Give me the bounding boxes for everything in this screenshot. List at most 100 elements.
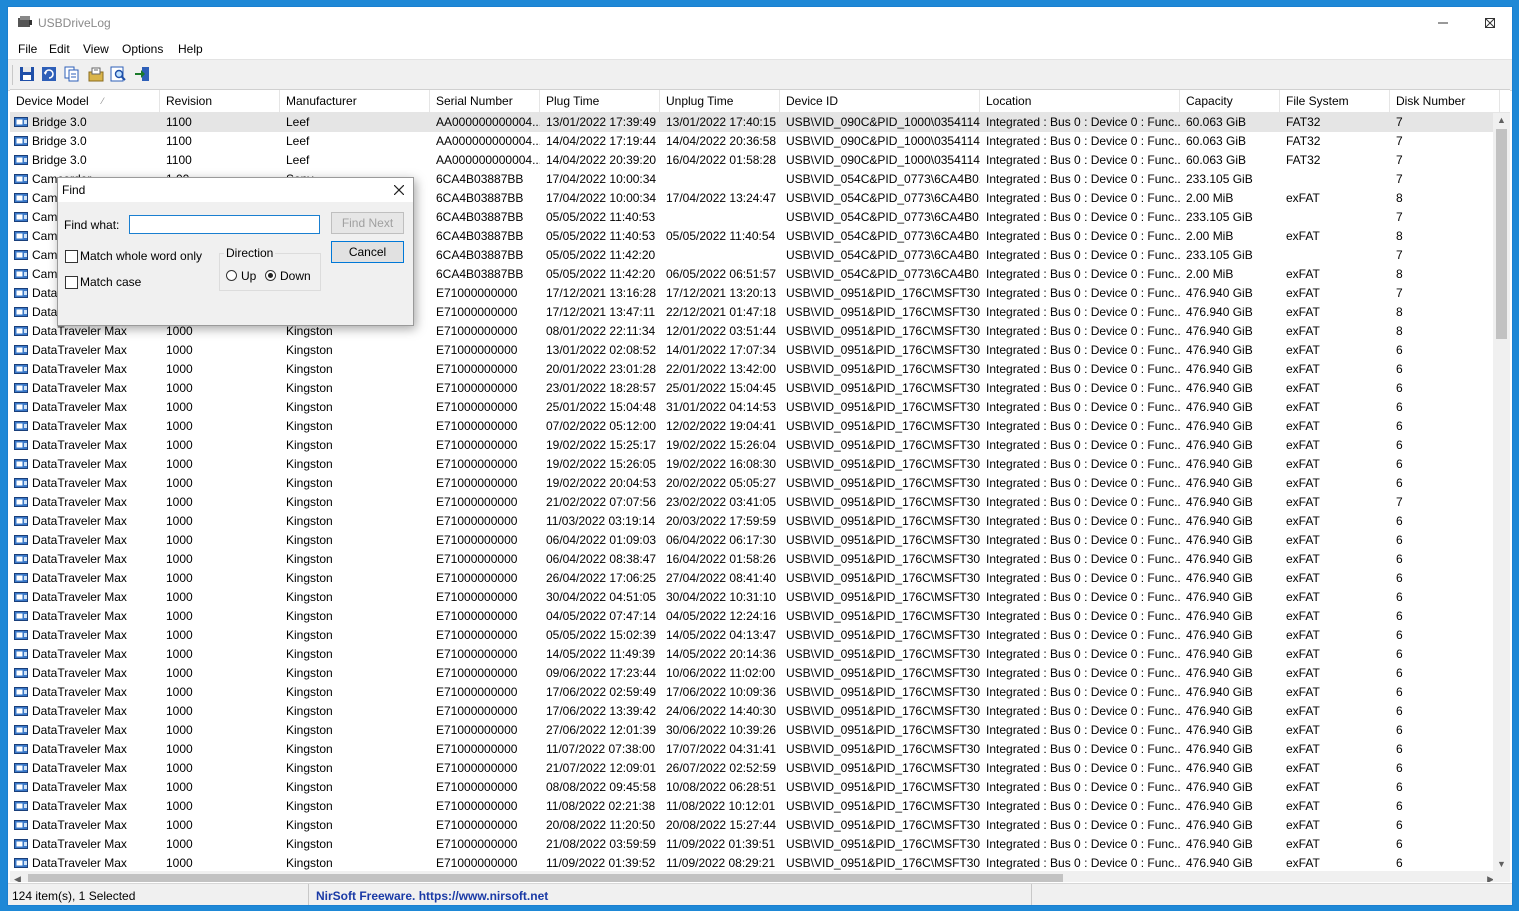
column-header-serial-number[interactable]: Serial Number	[430, 90, 540, 112]
direction-down-radio[interactable]	[265, 270, 276, 281]
find-dialog-close-button[interactable]	[391, 182, 407, 198]
table-row[interactable]: DataTraveler Max 1000 Kingston E71000000000…	[10, 379, 1498, 398]
find-button[interactable]	[109, 65, 127, 83]
table-row[interactable]: DataTraveler Max 1000 Kingston E71000000000…	[10, 645, 1498, 664]
direction-up-radio[interactable]	[226, 270, 237, 281]
properties-button[interactable]	[87, 65, 105, 83]
cell-device-id: USB\VID_090C&PID_1000\0354114...	[780, 151, 980, 170]
cell-serial-number: E71000000000	[430, 284, 540, 303]
cell-unplug-time: 14/01/2022 17:07:34	[660, 341, 780, 360]
cell-text: 17/07/2022 04:31:41	[666, 742, 777, 756]
minimize-button[interactable]	[1420, 7, 1466, 39]
cell-text: 6	[1396, 552, 1403, 566]
column-header-disk-number[interactable]: Disk Number	[1390, 90, 1500, 112]
cell-manufacturer: Kingston	[280, 493, 430, 512]
table-row[interactable]: Bridge 3.0 1100 Leef AA000000000004... 14/04…	[10, 132, 1498, 151]
column-header-device-model[interactable]: Device Model ⁄	[10, 90, 160, 112]
cell-file-system: exFAT	[1280, 759, 1390, 778]
cancel-button[interactable]: Cancel	[331, 241, 404, 263]
cell-plug-time: 05/05/2022 11:42:20	[540, 265, 660, 284]
usb-drive-icon	[14, 497, 28, 507]
column-header-unplug-time[interactable]: Unplug Time	[660, 90, 780, 112]
table-row[interactable]: DataTraveler Max 1000 Kingston E71000000000…	[10, 797, 1498, 816]
column-header-capacity[interactable]: Capacity	[1180, 90, 1280, 112]
table-row[interactable]: DataTraveler Max 1000 Kingston E71000000000…	[10, 360, 1498, 379]
table-row[interactable]: DataTraveler Max 1000 Kingston E71000000000…	[10, 588, 1498, 607]
table-row[interactable]: DataTraveler Max 1000 Kingston E71000000000…	[10, 493, 1498, 512]
cell-serial-number: E71000000000	[430, 740, 540, 759]
table-row[interactable]: DataTraveler Max 1000 Kingston E71000000000…	[10, 702, 1498, 721]
scroll-up-icon[interactable]: ▲	[1497, 115, 1506, 125]
table-row[interactable]: DataTraveler Max 1000 Kingston E71000000000…	[10, 664, 1498, 683]
scroll-down-icon[interactable]: ▼	[1497, 859, 1506, 869]
cell-disk-number: 6	[1390, 740, 1498, 759]
table-row[interactable]: DataTraveler Max 1000 Kingston E71000000000…	[10, 341, 1498, 360]
table-row[interactable]: DataTraveler Max 1000 Kingston E71000000000…	[10, 759, 1498, 778]
table-row[interactable]: DataTraveler Max 1000 Kingston E71000000000…	[10, 607, 1498, 626]
menu-edit[interactable]: Edit	[46, 41, 73, 57]
table-row[interactable]: DataTraveler Max 1000 Kingston E71000000000…	[10, 569, 1498, 588]
nirsoft-link[interactable]: NirSoft Freeware. https://www.nirsoft.ne…	[316, 884, 548, 905]
vertical-scroll-thumb[interactable]	[1496, 129, 1507, 339]
table-row[interactable]: DataTraveler Max 1000 Kingston E71000000000…	[10, 474, 1498, 493]
refresh-button[interactable]	[40, 65, 58, 83]
table-row[interactable]: DataTraveler Max 1000 Kingston E71000000000…	[10, 512, 1498, 531]
scroll-left-icon[interactable]: ◀	[14, 874, 21, 882]
exit-button[interactable]	[133, 65, 151, 83]
cell-text: Kingston	[286, 438, 333, 452]
table-row[interactable]: DataTraveler Max 1000 Kingston E71000000000…	[10, 816, 1498, 835]
cell-text: Kingston	[286, 609, 333, 623]
table-row[interactable]: DataTraveler Max 1000 Kingston E71000000000…	[10, 740, 1498, 759]
find-what-input[interactable]	[129, 215, 320, 234]
table-row[interactable]: DataTraveler Max 1000 Kingston E71000000000…	[10, 778, 1498, 797]
horizontal-scroll-thumb[interactable]	[28, 874, 1063, 882]
cell-text: 12/02/2022 19:04:41	[666, 419, 777, 433]
cell-manufacturer: Kingston	[280, 778, 430, 797]
menu-help[interactable]: Help	[175, 41, 206, 57]
menu-options[interactable]: Options	[119, 41, 166, 57]
table-row[interactable]: DataTraveler Max 1000 Kingston E71000000000…	[10, 683, 1498, 702]
table-row[interactable]: DataTraveler Max 1000 Kingston E71000000000…	[10, 835, 1498, 854]
cell-text: 476.940 GiB	[1186, 761, 1253, 775]
table-row[interactable]: DataTraveler Max 1000 Kingston E71000000000…	[10, 550, 1498, 569]
table-row[interactable]: DataTraveler Max 1000 Kingston E71000000000…	[10, 626, 1498, 645]
cell-file-system: exFAT	[1280, 702, 1390, 721]
table-row[interactable]: DataTraveler Max 1000 Kingston E71000000000…	[10, 721, 1498, 740]
match-case-checkbox[interactable]	[65, 276, 78, 289]
table-row[interactable]: Bridge 3.0 1100 Leef AA000000000004... 13/01…	[10, 113, 1498, 132]
column-header-file-system[interactable]: File System	[1280, 90, 1390, 112]
vertical-scrollbar[interactable]: ▲ ▼	[1493, 113, 1510, 871]
save-button[interactable]	[18, 65, 36, 83]
match-whole-word-checkbox[interactable]	[65, 250, 78, 263]
menu-file[interactable]: File	[15, 41, 40, 57]
table-row[interactable]: DataTraveler Max 1000 Kingston E71000000000…	[10, 531, 1498, 550]
cell-text: 476.940 GiB	[1186, 704, 1253, 718]
cell-capacity: 476.940 GiB	[1180, 417, 1280, 436]
find-dialog-title-bar[interactable]: Find	[58, 178, 413, 202]
table-row[interactable]: DataTraveler Max 1000 Kingston E71000000000…	[10, 455, 1498, 474]
find-next-button[interactable]: Find Next	[331, 212, 404, 234]
cell-manufacturer: Kingston	[280, 664, 430, 683]
cell-manufacturer: Kingston	[280, 550, 430, 569]
column-header-location[interactable]: Location	[980, 90, 1180, 112]
cell-plug-time: 19/02/2022 15:26:05	[540, 455, 660, 474]
close-button[interactable]	[1467, 7, 1512, 39]
table-row[interactable]: DataTraveler Max 1000 Kingston E71000000000…	[10, 417, 1498, 436]
cell-revision: 1000	[160, 474, 280, 493]
cell-text: 1000	[166, 799, 193, 813]
column-header-manufacturer[interactable]: Manufacturer	[280, 90, 430, 112]
table-row[interactable]: Bridge 3.0 1100 Leef AA000000000004... 14/04…	[10, 151, 1498, 170]
title-bar[interactable]: USBDriveLog	[8, 7, 1512, 39]
column-header-revision[interactable]: Revision	[160, 90, 280, 112]
copy-button[interactable]	[63, 65, 81, 83]
cell-disk-number: 6	[1390, 436, 1498, 455]
menu-view[interactable]: View	[80, 41, 112, 57]
column-header-plug-time[interactable]: Plug Time	[540, 90, 660, 112]
table-row[interactable]: DataTraveler Max 1000 Kingston E71000000000…	[10, 854, 1498, 871]
table-row[interactable]: DataTraveler Max 1000 Kingston E71000000000…	[10, 398, 1498, 417]
horizontal-scrollbar[interactable]: ◀ ▶	[10, 871, 1498, 882]
cell-plug-time: 05/05/2022 11:42:20	[540, 246, 660, 265]
cell-unplug-time: 06/05/2022 06:51:57	[660, 265, 780, 284]
column-header-device-id[interactable]: Device ID	[780, 90, 980, 112]
table-row[interactable]: DataTraveler Max 1000 Kingston E71000000000…	[10, 436, 1498, 455]
